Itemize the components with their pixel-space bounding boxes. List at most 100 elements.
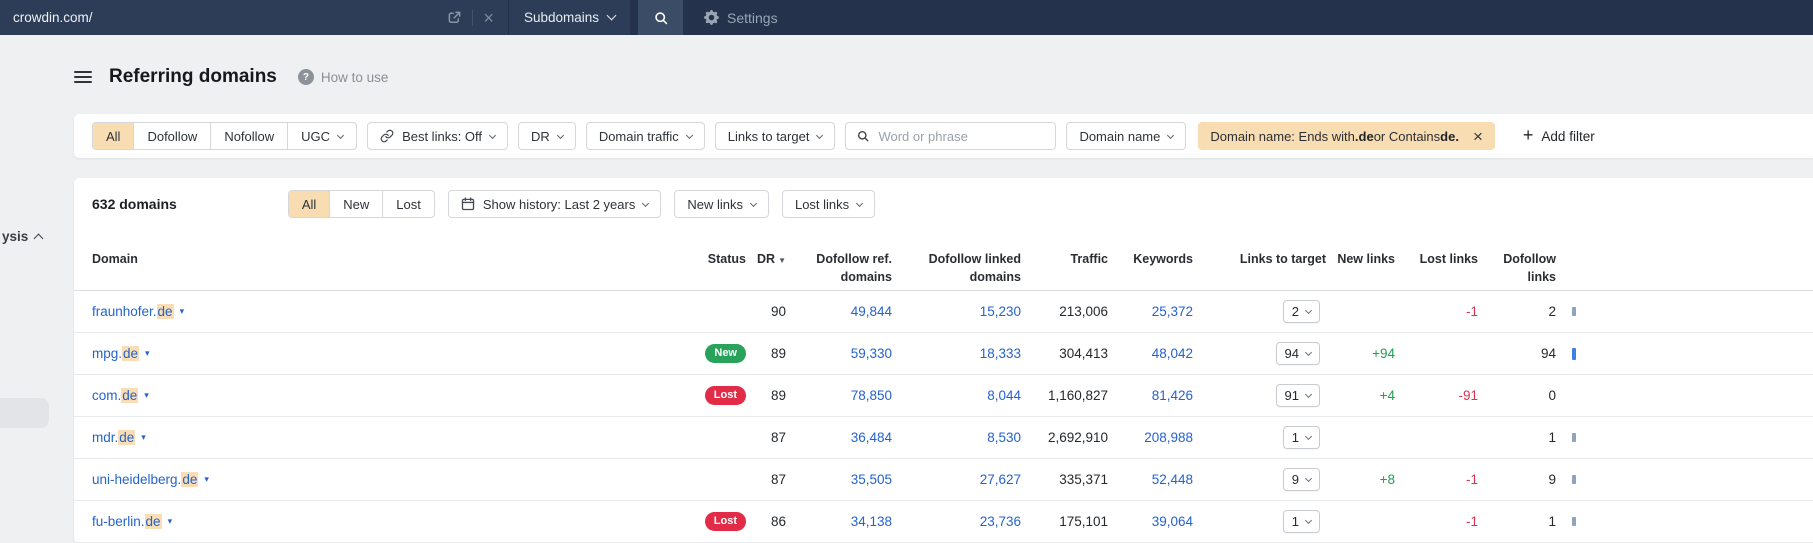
how-to-use-link[interactable]: ? How to use [297,69,388,85]
show-history-button[interactable]: Show history: Last 2 years [447,190,662,218]
settings-button[interactable]: Settings [704,0,778,35]
lost-links-dropdown[interactable]: Lost links [781,190,876,218]
domain-link[interactable]: mdr.de [92,430,136,445]
traffic-value: 175,101 [1059,514,1108,529]
chevron-down-icon [642,199,650,207]
scope-dropdown[interactable]: Subdomains [507,0,630,35]
links-to-target-select[interactable]: 2 [1282,300,1320,323]
search-submit-button[interactable] [638,0,683,35]
domain-link[interactable]: uni-heidelberg.de [92,472,199,487]
col-lost-links[interactable]: Lost links [1399,240,1482,290]
keywords-link[interactable]: 39,064 [1152,514,1193,529]
table-row: mpg.de ▾ New 89 59,330 18,333 304,413 48,… [74,333,1813,375]
domain-link[interactable]: fraunhofer.de [92,304,174,319]
dofollow-ref-domains-link[interactable]: 59,330 [851,346,892,361]
chevron-up-icon [33,233,44,244]
lost-links-value: -1 [1465,472,1478,487]
dofollow-linked-domains-link[interactable]: 23,736 [980,514,1021,529]
history-sparkline [1572,475,1576,484]
links-to-target-select[interactable]: 1 [1282,426,1320,449]
chevron-down-icon [488,131,497,139]
new-links-dropdown[interactable]: New links [674,190,769,218]
keywords-link[interactable]: 48,042 [1152,346,1193,361]
links-to-target-select[interactable]: 1 [1282,510,1320,533]
word-search-input[interactable] [878,128,1039,144]
col-new-links[interactable]: New links [1330,240,1399,290]
traffic-value: 304,413 [1059,346,1108,361]
chevron-down-icon [1304,516,1313,525]
segment-new[interactable]: New [329,191,382,217]
dofollow-ref-domains-link[interactable]: 49,844 [851,304,892,319]
links-to-target-select[interactable]: 91 [1275,384,1320,407]
keywords-link[interactable]: 81,426 [1152,388,1193,403]
domain-caret-icon[interactable]: ▾ [145,348,150,359]
col-dofollow-links[interactable]: Dofollow links [1482,240,1560,290]
gear-icon [704,10,719,25]
keywords-link[interactable]: 25,372 [1152,304,1193,319]
segment-all[interactable]: All [93,123,134,149]
word-search-field[interactable] [845,122,1057,150]
add-filter-button[interactable]: + Add filter [1523,126,1595,144]
col-dofollow-linked-domains[interactable]: Dofollow linked domains [896,240,1025,290]
domain-caret-icon[interactable]: ▾ [141,432,146,443]
dofollow-ref-domains-link[interactable]: 34,138 [851,514,892,529]
domain-name-filter-button[interactable]: Domain name [1066,122,1187,150]
target-url-input[interactable]: crowdin.com/ [13,10,447,25]
clear-input-icon[interactable]: × [483,9,494,27]
dofollow-linked-domains-link[interactable]: 15,230 [980,304,1021,319]
domain-link[interactable]: com.de [92,388,139,403]
domain-link[interactable]: fu-berlin.de [92,514,162,529]
menu-icon[interactable] [74,71,92,83]
col-keywords[interactable]: Keywords [1112,240,1197,290]
segment-lost[interactable]: Lost [382,191,434,217]
chevron-down-icon [1304,390,1313,399]
chevron-down-icon [1167,131,1175,139]
dofollow-ref-domains-link[interactable]: 35,505 [851,472,892,487]
status-badge: Lost [704,512,746,531]
traffic-value: 335,371 [1059,472,1108,487]
segment-all[interactable]: All [288,191,330,217]
links-to-target-select[interactable]: 94 [1275,342,1320,365]
links-to-target-filter-button[interactable]: Links to target [714,122,836,150]
best-links-filter-button[interactable]: Best links: Off [367,122,509,150]
segment-ugc[interactable]: UGC [287,123,356,149]
col-dofollow-ref-domains[interactable]: Dofollow ref. domains [790,240,896,290]
dofollow-linked-domains-link[interactable]: 27,627 [980,472,1021,487]
domain-traffic-filter-button[interactable]: Domain traffic [585,122,705,150]
keywords-link[interactable]: 208,988 [1144,430,1193,445]
domain-caret-icon[interactable]: ▾ [144,390,149,401]
col-links-to-target[interactable]: Links to target [1197,240,1330,290]
traffic-value: 1,160,827 [1047,388,1108,403]
dofollow-ref-domains-link[interactable]: 36,484 [851,430,892,445]
segment-dofollow[interactable]: Dofollow [133,123,210,149]
segment-nofollow[interactable]: Nofollow [210,123,287,149]
col-dr[interactable]: DR ▼ [750,240,790,290]
table-row: uni-heidelberg.de ▾ 87 35,505 27,627 335,… [74,459,1813,501]
links-to-target-select[interactable]: 9 [1282,468,1320,491]
sidebar-selected-item-cut[interactable] [0,398,49,428]
dr-filter-button[interactable]: DR [518,122,576,150]
page-title: Referring domains [109,66,277,87]
domain-caret-icon[interactable]: ▾ [180,306,185,317]
dr-value: 87 [770,430,786,445]
domain-link[interactable]: mpg.de [92,346,140,361]
sidebar-item-analysis-cut[interactable]: ysis [2,229,44,244]
dr-value: 89 [770,346,786,361]
keywords-link[interactable]: 52,448 [1152,472,1193,487]
link-icon [380,129,394,143]
lost-links-value [1399,333,1482,374]
table-toolbar: 632 domains All New Lost Show history: L… [74,178,1813,218]
dofollow-links-value: 9 [1548,472,1556,487]
dofollow-linked-domains-link[interactable]: 18,333 [980,346,1021,361]
dofollow-linked-domains-link[interactable]: 8,530 [987,430,1021,445]
remove-filter-icon[interactable]: × [1473,128,1483,145]
domain-caret-icon[interactable]: ▾ [204,474,209,485]
open-external-icon[interactable] [447,10,462,25]
dofollow-linked-domains-link[interactable]: 8,044 [987,388,1021,403]
col-domain[interactable]: Domain [74,240,634,290]
dofollow-ref-domains-link[interactable]: 78,850 [851,388,892,403]
col-traffic[interactable]: Traffic [1025,240,1112,290]
col-status[interactable]: Status [634,240,750,290]
domain-caret-icon[interactable]: ▾ [168,516,173,527]
referring-domains-table: Domain Status DR ▼ Dofollow ref. domains … [74,240,1813,543]
